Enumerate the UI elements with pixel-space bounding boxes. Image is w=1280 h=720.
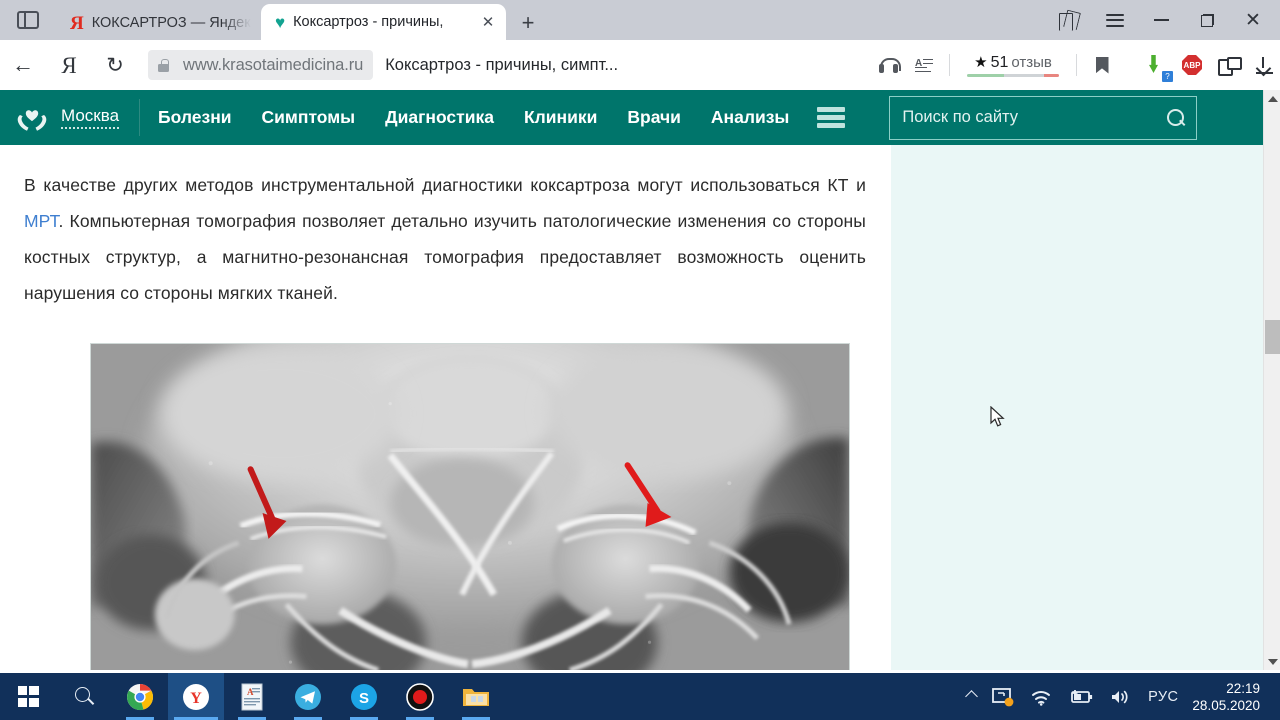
nav-item-kliniki[interactable]: Клиники xyxy=(524,107,597,128)
yandex-home-button[interactable]: Я xyxy=(46,43,92,87)
url-input[interactable]: www.krasotaimedicina.ru Коксартроз - при… xyxy=(148,47,1124,83)
collections-icon[interactable] xyxy=(1046,0,1092,40)
display-settings-icon[interactable] xyxy=(984,673,1022,720)
site-search-input[interactable]: Поиск по сайту xyxy=(889,95,1198,140)
browser-tab-2[interactable]: ♥ Коксартроз - причины, ✕ xyxy=(261,4,506,40)
nav-item-bolezni[interactable]: Болезни xyxy=(158,107,231,128)
yandex-browser-icon[interactable]: Y xyxy=(168,673,224,720)
rating-bar xyxy=(967,74,1059,77)
site-sidebar xyxy=(890,145,1263,670)
screen: Я КОКСАРТРОЗ — Яндекс: на ♥ Коксартроз -… xyxy=(0,0,1280,720)
windows-taskbar: Y A S РУС 22:19 28.05.2020 xyxy=(0,673,1280,720)
language-indicator[interactable]: РУС xyxy=(1140,673,1186,720)
url-domain: www.krasotaimedicina.ru xyxy=(177,50,374,80)
svg-text:S: S xyxy=(359,690,369,707)
extensions-area: ? ABP xyxy=(1130,49,1280,82)
article-paragraph: В качестве других методов инструментальн… xyxy=(24,167,866,311)
heart-icon: ♥ xyxy=(275,12,286,32)
clock-date: 28.05.2020 xyxy=(1192,697,1260,713)
svg-text:Y: Y xyxy=(190,690,202,707)
adblock-plus-icon[interactable]: ABP xyxy=(1176,49,1208,81)
rating-count: 51 xyxy=(990,54,1009,71)
yandex-icon: Я xyxy=(70,12,84,34)
wifi-icon[interactable] xyxy=(1022,673,1060,720)
browser-tab-strip: Я КОКСАРТРОЗ — Яндекс: на ♥ Коксартроз -… xyxy=(0,0,1280,40)
url-page-title: Коксартроз - причины, симпт... xyxy=(385,55,619,74)
system-tray: РУС 22:19 28.05.2020 xyxy=(959,673,1280,720)
minimize-icon[interactable] xyxy=(1138,0,1184,40)
chevron-up-icon[interactable] xyxy=(959,673,984,720)
new-tab-button[interactable]: + xyxy=(506,6,550,40)
heart-in-hands-logo xyxy=(14,101,50,135)
search-icon[interactable] xyxy=(56,673,112,720)
hip-xray-image xyxy=(90,343,850,670)
site-search-placeholder: Поиск по сайту xyxy=(902,108,1019,126)
search-icon[interactable] xyxy=(1167,109,1185,126)
paragraph-text-1: В качестве других методов инструментальн… xyxy=(24,175,866,195)
star-icon: ★ xyxy=(974,54,988,71)
windows-start-icon[interactable] xyxy=(0,673,56,720)
site-rating-widget[interactable]: ★ 51 отзыв xyxy=(957,53,1069,77)
site-logo[interactable]: Москва xyxy=(14,101,120,135)
browser-tab-1[interactable]: Я КОКСАРТРОЗ — Яндекс: на xyxy=(56,6,261,40)
scrollbar-thumb[interactable] xyxy=(1265,320,1280,354)
nav-item-vrachi[interactable]: Врачи xyxy=(627,107,681,128)
mrt-link[interactable]: МРТ xyxy=(24,211,59,231)
page-scrollbar[interactable] xyxy=(1263,90,1280,670)
scroll-down-arrow[interactable] xyxy=(1264,653,1280,670)
hamburger-menu-icon[interactable] xyxy=(817,107,846,128)
reload-button[interactable]: ↻ xyxy=(92,43,138,87)
rating-word: отзыв xyxy=(1011,54,1052,71)
sidebar-panel-icon[interactable] xyxy=(0,0,56,40)
translate-icon[interactable] xyxy=(1212,49,1244,81)
close-icon[interactable]: ✕ xyxy=(1230,0,1276,40)
tab-title: Коксартроз - причины, xyxy=(293,14,444,30)
chrome-icon[interactable] xyxy=(112,673,168,720)
volume-icon[interactable] xyxy=(1102,673,1140,720)
hamburger-menu-icon[interactable] xyxy=(1092,0,1138,40)
clock[interactable]: 22:19 28.05.2020 xyxy=(1186,680,1272,714)
reader-mode-icon[interactable]: A xyxy=(906,47,942,83)
restore-icon[interactable] xyxy=(1184,0,1230,40)
scroll-up-arrow[interactable] xyxy=(1264,90,1280,107)
telegram-icon[interactable] xyxy=(280,673,336,720)
downloads-icon[interactable] xyxy=(1248,49,1280,81)
back-button[interactable]: ← xyxy=(0,43,46,87)
browser-address-bar: ← Я ↻ www.krasotaimedicina.ru Коксартроз… xyxy=(0,40,1280,90)
paragraph-text-2: . Компьютерная томография позволяет дета… xyxy=(24,211,866,303)
article-figure xyxy=(90,343,850,670)
nav-item-simptomy[interactable]: Симптомы xyxy=(262,107,356,128)
headphones-icon[interactable] xyxy=(870,47,906,83)
window-controls: ✕ xyxy=(1046,0,1280,40)
file-explorer-icon[interactable] xyxy=(448,673,504,720)
battery-charging-icon[interactable] xyxy=(1060,673,1102,720)
bookmark-icon[interactable] xyxy=(1084,47,1120,83)
site-nav: Болезни Симптомы Диагностика Клиники Вра… xyxy=(158,107,789,128)
article-column: В качестве других методов инструментальн… xyxy=(0,145,890,670)
page-viewport: Москва Болезни Симптомы Диагностика Клин… xyxy=(0,90,1280,670)
clock-time: 22:19 xyxy=(1226,680,1260,696)
screen-recorder-icon[interactable] xyxy=(392,673,448,720)
tab-title: КОКСАРТРОЗ — Яндекс: на xyxy=(91,15,251,31)
article-body: В качестве других методов инструментальн… xyxy=(0,145,890,670)
lock-icon xyxy=(148,50,177,80)
site-header: Москва Болезни Симптомы Диагностика Клин… xyxy=(0,90,1263,145)
nav-item-diagnostika[interactable]: Диагностика xyxy=(385,107,494,128)
download-helper-icon[interactable]: ? xyxy=(1140,49,1173,82)
word-document-icon[interactable]: A xyxy=(224,673,280,720)
close-icon[interactable]: ✕ xyxy=(480,13,496,31)
nav-item-analizy[interactable]: Анализы xyxy=(711,107,789,128)
skype-icon[interactable]: S xyxy=(336,673,392,720)
city-selector[interactable]: Москва xyxy=(61,106,120,129)
